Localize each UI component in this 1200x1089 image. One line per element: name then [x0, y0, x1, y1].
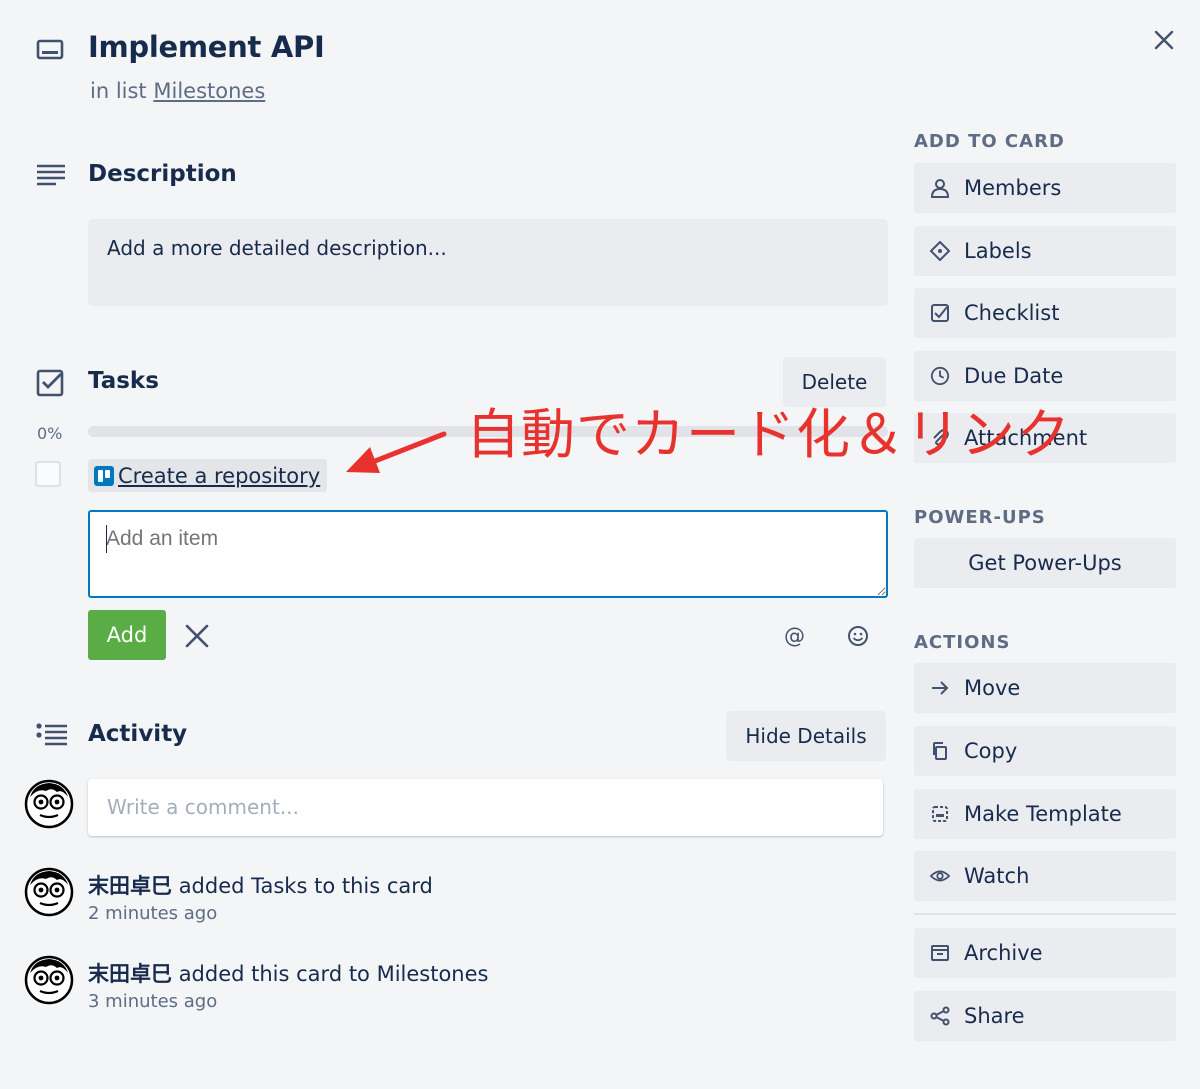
activity-user[interactable]: 末田卓巳 — [88, 874, 172, 898]
activity-user[interactable]: 末田卓巳 — [88, 962, 172, 986]
watch-button[interactable]: Watch — [914, 851, 1176, 901]
task-item-link[interactable]: Create a repository — [118, 464, 320, 488]
card-title[interactable]: Implement API — [88, 30, 325, 64]
power-ups-heading: POWER-UPS — [914, 507, 1046, 528]
labels-label: Labels — [964, 239, 1032, 263]
emoji-icon[interactable] — [847, 625, 869, 647]
list-prefix: in list — [90, 79, 147, 103]
share-icon — [930, 1006, 950, 1026]
share-label: Share — [964, 1004, 1025, 1028]
share-button[interactable]: Share — [914, 991, 1176, 1041]
labels-button[interactable]: Labels — [914, 226, 1176, 276]
task-checkbox[interactable] — [35, 461, 61, 487]
activity-action: added Tasks to this card — [178, 874, 433, 898]
copy-icon — [930, 741, 950, 761]
comment-input[interactable]: Write a comment... — [88, 779, 883, 836]
archive-button[interactable]: Archive — [914, 928, 1176, 978]
close-icon[interactable] — [1150, 26, 1178, 54]
get-power-ups-button[interactable]: Get Power-Ups — [914, 538, 1176, 588]
add-to-card-heading: ADD TO CARD — [914, 131, 1065, 152]
move-button[interactable]: Move — [914, 663, 1176, 713]
activity-icon — [36, 723, 68, 747]
annotation-arrow-icon — [340, 425, 450, 485]
checklist-button[interactable]: Checklist — [914, 288, 1176, 338]
activity-entry: 末田卓巳 added Tasks to this card — [88, 870, 433, 900]
list-link[interactable]: Milestones — [153, 79, 265, 103]
eye-icon — [930, 866, 950, 886]
task-item[interactable]: Create a repository — [88, 459, 328, 492]
avatar[interactable] — [24, 955, 74, 1005]
make-template-label: Make Template — [964, 802, 1122, 826]
copy-label: Copy — [964, 739, 1018, 763]
description-icon — [36, 163, 66, 187]
actions-heading: ACTIONS — [914, 632, 1011, 653]
description-field[interactable]: Add a more detailed description... — [88, 219, 888, 306]
members-button[interactable]: Members — [914, 163, 1176, 213]
activity-action: added this card to Milestones — [178, 962, 489, 986]
tag-icon — [930, 241, 950, 261]
move-label: Move — [964, 676, 1021, 700]
text-caret — [106, 525, 107, 553]
card-icon — [36, 38, 64, 62]
archive-label: Archive — [964, 941, 1043, 965]
person-icon — [930, 178, 950, 198]
cancel-icon[interactable] — [184, 623, 210, 649]
list-breadcrumb: in list Milestones — [90, 79, 265, 103]
due-date-label: Due Date — [964, 364, 1064, 388]
make-template-button[interactable]: Make Template — [914, 789, 1176, 839]
watch-label: Watch — [964, 864, 1030, 888]
mention-icon[interactable]: @ — [784, 624, 805, 648]
trello-card-icon — [94, 465, 114, 486]
add-item-button[interactable]: Add — [88, 610, 166, 660]
add-item-input[interactable] — [88, 510, 888, 598]
hide-details-button[interactable]: Hide Details — [726, 711, 886, 761]
avatar[interactable] — [24, 779, 74, 829]
annotation-text: 自動でカード化＆リンク — [466, 403, 1071, 466]
checklist-icon — [36, 369, 64, 397]
template-icon — [930, 804, 950, 824]
sidebar-divider — [914, 913, 1176, 915]
members-label: Members — [964, 176, 1062, 200]
progress-percent: 0% — [37, 424, 63, 443]
archive-icon — [930, 943, 950, 963]
arrow-right-icon — [930, 678, 950, 698]
copy-button[interactable]: Copy — [914, 726, 1176, 776]
activity-time[interactable]: 2 minutes ago — [88, 903, 217, 924]
activity-time[interactable]: 3 minutes ago — [88, 991, 217, 1012]
checklist-label: Checklist — [964, 301, 1060, 325]
clock-icon — [930, 366, 950, 386]
tasks-heading[interactable]: Tasks — [88, 368, 159, 394]
activity-heading: Activity — [88, 721, 188, 747]
avatar[interactable] — [24, 867, 74, 917]
checkbox-icon — [930, 303, 950, 323]
description-heading: Description — [88, 161, 237, 187]
activity-entry: 末田卓巳 added this card to Milestones — [88, 958, 488, 988]
